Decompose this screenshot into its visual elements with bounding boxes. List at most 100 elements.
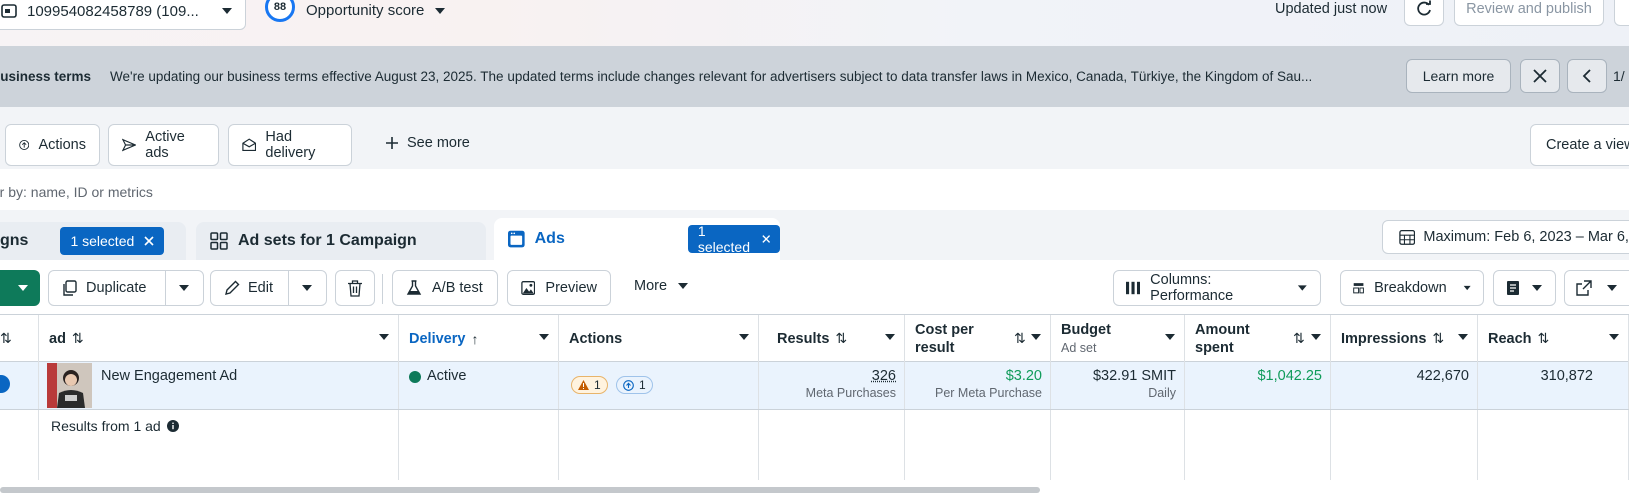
edit-options-button[interactable]: [289, 271, 326, 305]
table-row[interactable]: New Engagement Ad Active 1 1 326 Meta Pu…: [0, 362, 1629, 410]
column-menu-icon[interactable]: [1609, 334, 1619, 340]
info-icon[interactable]: [167, 420, 179, 432]
column-header-budget[interactable]: Budget Ad set: [1051, 315, 1185, 362]
top-edge-button[interactable]: [1614, 0, 1629, 26]
row-toggle-cell[interactable]: [0, 362, 39, 409]
opportunity-score-dropdown[interactable]: Opportunity score: [306, 2, 446, 19]
column-header-impressions[interactable]: Impressions ⇅: [1331, 315, 1478, 362]
column-menu-icon[interactable]: [885, 334, 895, 340]
column-header-cost-per-result[interactable]: Cost per result ⇅: [905, 315, 1051, 362]
reports-button[interactable]: [1493, 270, 1556, 306]
column-menu-icon[interactable]: [379, 334, 389, 340]
row-toggle[interactable]: [0, 375, 10, 393]
send-icon: [122, 137, 136, 153]
preview-button[interactable]: Preview: [507, 270, 611, 306]
tab-ads[interactable]: Ads 1 selected: [494, 218, 780, 260]
summary-label: Results from 1 ad: [51, 418, 161, 434]
tab-campaigns[interactable]: gns 1 selected: [0, 222, 186, 260]
account-selector[interactable]: 109954082458789 (109...: [0, 0, 246, 30]
column-header-actions[interactable]: Actions: [559, 315, 759, 362]
column-menu-icon[interactable]: [1458, 334, 1468, 340]
refresh-button[interactable]: [1404, 0, 1444, 26]
budget-cell: $32.91 SMIT Daily: [1051, 362, 1185, 409]
delete-button[interactable]: [335, 270, 375, 306]
image-preview-icon: [521, 280, 535, 296]
close-banner-button[interactable]: [1520, 59, 1560, 93]
duplicate-split-button[interactable]: Duplicate: [48, 270, 204, 306]
chevron-down-icon: [1531, 284, 1543, 292]
column-header-reach[interactable]: Reach ⇅: [1478, 315, 1629, 362]
chip-had-delivery[interactable]: Had delivery: [228, 124, 352, 166]
column-header-results[interactable]: Results ⇅: [759, 315, 905, 362]
column-header-ad[interactable]: ad ⇅: [39, 315, 399, 362]
column-header-delivery[interactable]: Delivery ↑: [399, 315, 559, 362]
campaigns-selected-badge[interactable]: 1 selected: [60, 227, 164, 255]
close-icon[interactable]: [144, 236, 154, 246]
results-value[interactable]: 326: [759, 362, 896, 384]
see-more-button[interactable]: See more: [386, 135, 470, 151]
tab-label: Ad sets for 1 Campaign: [238, 232, 417, 250]
results-cell: 326 Meta Purchases: [759, 362, 905, 409]
search-input[interactable]: ter by: name, ID or metrics: [0, 184, 153, 200]
horizontal-scrollbar-thumb[interactable]: [0, 487, 1040, 493]
edit-button[interactable]: Edit: [211, 271, 289, 305]
sort-icon: ⇅: [1014, 329, 1026, 347]
ads-table: ⇅ ad ⇅ Delivery ↑ Actions Results ⇅ Cost…: [0, 314, 1629, 486]
warning-count: 1: [594, 378, 601, 392]
more-button[interactable]: More: [634, 278, 689, 294]
column-menu-icon[interactable]: [1165, 334, 1175, 340]
ab-test-button[interactable]: A/B test: [392, 270, 498, 306]
review-and-publish-button[interactable]: Review and publish: [1454, 0, 1604, 26]
summary-cell: [559, 410, 759, 480]
column-menu-icon[interactable]: [1031, 334, 1041, 340]
duplicate-icon: [62, 280, 78, 296]
preview-label: Preview: [545, 280, 597, 296]
date-range-picker[interactable]: Maximum: Feb 6, 2023 – Mar 6, 2: [1382, 220, 1629, 254]
recommendation-badge[interactable]: 1: [616, 376, 653, 394]
breakdown-button[interactable]: Breakdown: [1340, 270, 1484, 306]
column-header-toggle[interactable]: ⇅: [0, 315, 39, 362]
columns-button[interactable]: Columns: Performance: [1113, 270, 1321, 306]
create-view-button[interactable]: Create a view: [1530, 124, 1629, 166]
column-header-amount-spent[interactable]: Amount spent ⇅: [1185, 315, 1331, 362]
opportunity-score-badge[interactable]: 88: [265, 0, 295, 22]
delivery-cell: Active: [399, 362, 559, 409]
create-dropdown-button[interactable]: [0, 270, 40, 306]
summary-cell: [1331, 410, 1478, 480]
actions-cell: 1 1: [559, 362, 759, 409]
export-button[interactable]: [1564, 270, 1629, 306]
status-dot: [409, 371, 421, 383]
learn-more-button[interactable]: Learn more: [1406, 59, 1511, 93]
chevron-down-icon: [1606, 284, 1618, 292]
ad-name[interactable]: New Engagement Ad: [101, 368, 237, 384]
search-filter-bar[interactable]: ter by: name, ID or metrics: [0, 170, 1629, 210]
ab-test-label: A/B test: [432, 280, 483, 296]
badge-label: 1 selected: [698, 223, 752, 255]
chip-label: Active ads: [145, 129, 205, 161]
results-type: Meta Purchases: [759, 386, 896, 400]
duplicate-button[interactable]: Duplicate: [49, 271, 166, 305]
reach-cell: 310,872: [1478, 362, 1629, 409]
chevron-down-icon: [178, 284, 190, 292]
edit-label: Edit: [248, 280, 273, 296]
close-icon[interactable]: [762, 234, 770, 244]
edit-split-button[interactable]: Edit: [210, 270, 327, 306]
column-menu-icon[interactable]: [1311, 334, 1321, 340]
previous-notice-button[interactable]: [1567, 59, 1607, 93]
warning-badge[interactable]: 1: [571, 376, 608, 394]
ads-selected-badge[interactable]: 1 selected: [688, 225, 780, 253]
cost-per-result-cell: $3.20 Per Meta Purchase: [905, 362, 1051, 409]
envelope-icon: [242, 137, 256, 153]
chevron-left-icon: [1582, 69, 1592, 83]
column-menu-icon[interactable]: [539, 334, 549, 340]
ad-name-cell[interactable]: New Engagement Ad: [39, 362, 399, 409]
tab-ad-sets[interactable]: Ad sets for 1 Campaign: [196, 222, 486, 260]
duplicate-options-button[interactable]: [166, 271, 203, 305]
ad-thumbnail[interactable]: [47, 363, 92, 408]
header-label: Budget: [1061, 321, 1111, 339]
chevron-down-icon: [301, 284, 313, 292]
chip-actions[interactable]: Actions: [5, 124, 100, 166]
export-icon: [1576, 280, 1592, 296]
column-menu-icon[interactable]: [739, 334, 749, 340]
chip-active-ads[interactable]: Active ads: [108, 124, 219, 166]
